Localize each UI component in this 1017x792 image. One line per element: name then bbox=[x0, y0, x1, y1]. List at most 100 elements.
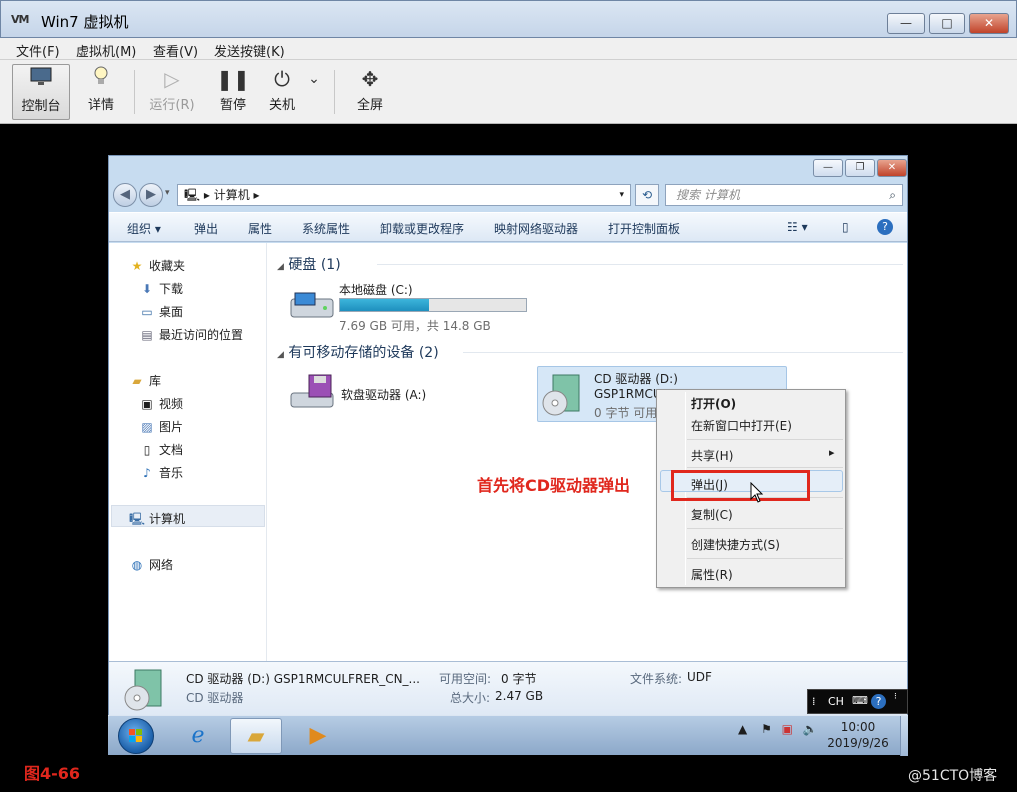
fullscreen-icon: ✥ bbox=[361, 67, 379, 91]
computer-icon: 🖳 bbox=[184, 188, 201, 202]
star-icon: ★ bbox=[131, 259, 143, 273]
shutdown-button[interactable]: ⏻ 关机 bbox=[262, 64, 302, 120]
maximize-button[interactable]: □ bbox=[929, 13, 965, 34]
clock-date: 2019/9/26 bbox=[827, 736, 889, 750]
details-button[interactable]: 详情 bbox=[80, 64, 122, 120]
monitor-icon bbox=[13, 65, 69, 95]
floppy-drive-name[interactable]: 软盘驱动器 (A:) bbox=[341, 386, 426, 403]
console-button[interactable]: 控制台 bbox=[12, 64, 70, 120]
drive-c-name[interactable]: 本地磁盘 (C:) bbox=[339, 281, 413, 298]
explorer-close-button[interactable]: ✕ bbox=[877, 159, 907, 177]
breadcrumb-separator: ▸ bbox=[253, 188, 260, 202]
show-hidden-icons[interactable]: ▲ bbox=[738, 722, 747, 736]
help-icon[interactable]: ? bbox=[877, 219, 893, 235]
network-icon: ◍ bbox=[131, 558, 143, 572]
clock[interactable]: 10:00 2019/9/26 bbox=[818, 719, 898, 751]
nav-libraries[interactable]: ▰ 库 bbox=[129, 372, 161, 389]
recent-pages-dropdown[interactable]: ▾ bbox=[165, 188, 170, 198]
cd-drive-icon bbox=[541, 373, 591, 416]
help-icon[interactable]: ? bbox=[871, 694, 886, 709]
minimize-button[interactable]: — bbox=[887, 13, 925, 34]
recent-places-icon: ▤ bbox=[141, 328, 153, 342]
nav-computer[interactable]: 🖳 计算机 bbox=[129, 510, 185, 531]
view-options-icon[interactable]: ☷ ▾ bbox=[787, 220, 808, 234]
nav-documents[interactable]: ▯ 文档 bbox=[139, 441, 183, 458]
menu-vm[interactable]: 虚拟机(M) bbox=[76, 41, 136, 60]
refresh-button[interactable]: ⟲ bbox=[635, 184, 659, 206]
nav-recent-places[interactable]: ▤ 最近访问的位置 bbox=[139, 326, 243, 343]
network-status-icon[interactable]: ▣ bbox=[782, 722, 793, 736]
submenu-arrow-icon: ▸ bbox=[829, 446, 835, 459]
menu-send-keys[interactable]: 发送按键(K) bbox=[214, 41, 285, 60]
nav-music[interactable]: ♪ 音乐 bbox=[139, 464, 183, 481]
menu-file[interactable]: 文件(F) bbox=[16, 41, 60, 60]
nav-desktop[interactable]: ▭ 桌面 bbox=[139, 303, 183, 320]
highlight-box bbox=[671, 470, 810, 501]
watermark: @51CTO博客 bbox=[908, 768, 998, 784]
menu-item-share[interactable]: 共享(H) bbox=[691, 447, 733, 464]
details-type: CD 驱动器 bbox=[186, 691, 244, 705]
pictures-icon: ▨ bbox=[141, 420, 153, 434]
menu-separator bbox=[687, 528, 843, 529]
flag-icon[interactable]: ⚑ bbox=[761, 722, 772, 736]
preview-pane-icon[interactable]: ▯ bbox=[842, 220, 849, 234]
collapse-triangle-icon: ◢ bbox=[277, 262, 284, 272]
details-pane: CD 驱动器 (D:) GSP1RMCULFRER_CN_... CD 驱动器 … bbox=[109, 661, 907, 715]
menu-item-open[interactable]: 打开(O) bbox=[691, 395, 736, 412]
volume-icon[interactable]: 🔈 bbox=[803, 722, 818, 736]
close-button[interactable]: ✕ bbox=[969, 13, 1009, 34]
language-bar[interactable]: ⁞ CH ⌨ ? ⁝ bbox=[807, 689, 908, 714]
cd-drive-details-icon bbox=[123, 668, 163, 715]
langbar-options-icon[interactable]: ⁝ bbox=[894, 692, 897, 702]
start-button[interactable] bbox=[118, 718, 154, 754]
menu-item-properties[interactable]: 属性(R) bbox=[691, 566, 733, 583]
system-properties-button[interactable]: 系统属性 bbox=[302, 220, 350, 237]
folder-icon: ▰ bbox=[247, 724, 265, 749]
fullscreen-button[interactable]: ✥ 全屏 bbox=[348, 64, 392, 120]
details-title: CD 驱动器 (D:) GSP1RMCULFRER_CN_... bbox=[186, 672, 420, 686]
desktop-icon: ▭ bbox=[141, 305, 153, 319]
group-removable[interactable]: ◢ 有可移动存储的设备 (2) bbox=[277, 342, 439, 362]
nav-videos[interactable]: ▣ 视频 bbox=[139, 395, 183, 412]
breadcrumb-computer[interactable]: 计算机 bbox=[214, 188, 250, 202]
explorer-minimize-button[interactable]: — bbox=[813, 159, 843, 177]
media-player-taskbar-button[interactable]: ▶ bbox=[292, 718, 344, 754]
address-bar[interactable]: 🖳 ▸ 计算机 ▸ ▾ bbox=[177, 184, 631, 206]
nav-pictures[interactable]: ▨ 图片 bbox=[139, 418, 183, 435]
show-desktop-button[interactable] bbox=[900, 716, 908, 756]
host-title-bar: VM Win7 虚拟机 — □ ✕ bbox=[0, 0, 1017, 38]
nav-network[interactable]: ◍ 网络 bbox=[129, 556, 173, 573]
keyboard-icon[interactable]: ⌨ bbox=[852, 694, 868, 707]
menu-view[interactable]: 查看(V) bbox=[153, 41, 198, 60]
menu-item-copy[interactable]: 复制(C) bbox=[691, 506, 733, 523]
menu-item-create-shortcut[interactable]: 创建快捷方式(S) bbox=[691, 536, 780, 553]
ie-taskbar-button[interactable]: ℯ bbox=[172, 718, 224, 754]
pause-button[interactable]: ❚❚ 暂停 bbox=[212, 64, 254, 120]
host-toolbar: 控制台 详情 ▷ 运行(R) ❚❚ 暂停 ⏻ 关机 ⌄ ✥ 全屏 bbox=[0, 60, 1017, 124]
cd-drive-volume-label: GSP1RMCU bbox=[594, 387, 662, 401]
menu-item-open-new-window[interactable]: 在新窗口中打开(E) bbox=[691, 417, 792, 434]
back-button[interactable]: ◀ bbox=[113, 183, 137, 207]
open-control-panel-button[interactable]: 打开控制面板 bbox=[608, 220, 680, 237]
forward-button[interactable]: ▶ bbox=[139, 183, 163, 207]
properties-command-button[interactable]: 属性 bbox=[248, 220, 272, 237]
address-dropdown[interactable]: ▾ bbox=[619, 185, 624, 205]
explorer-restore-button[interactable]: ❐ bbox=[845, 159, 875, 177]
search-icon[interactable]: ⌕ bbox=[889, 185, 896, 205]
explorer-taskbar-button[interactable]: ▰ bbox=[230, 718, 282, 754]
group-hard-disks[interactable]: ◢ 硬盘 (1) bbox=[277, 254, 341, 274]
run-button[interactable]: ▷ 运行(R) bbox=[142, 64, 202, 120]
eject-command-button[interactable]: 弹出 bbox=[194, 220, 218, 237]
nav-favorites[interactable]: ★ 收藏夹 bbox=[129, 257, 185, 274]
details-free-value: 0 字节 bbox=[501, 672, 537, 686]
music-icon: ♪ bbox=[143, 466, 151, 480]
uninstall-programs-button[interactable]: 卸载或更改程序 bbox=[380, 220, 464, 237]
menu-separator bbox=[687, 467, 843, 468]
map-network-drive-button[interactable]: 映射网络驱动器 bbox=[494, 220, 578, 237]
nav-downloads[interactable]: ⬇ 下载 bbox=[139, 280, 183, 297]
organize-button[interactable]: 组织 ▾ bbox=[127, 220, 161, 237]
search-input[interactable]: 搜索 计算机 ⌕ bbox=[665, 184, 903, 206]
figure-label: 图4-66 bbox=[24, 764, 81, 783]
lang-indicator[interactable]: CH bbox=[828, 695, 844, 708]
shutdown-dropdown[interactable]: ⌄ bbox=[304, 64, 324, 120]
